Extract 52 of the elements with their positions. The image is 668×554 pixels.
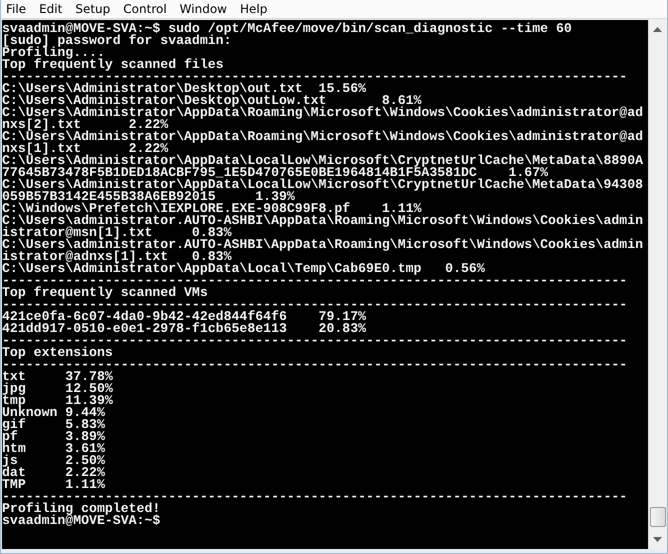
terminal-line: pf 3.89%: [2, 431, 106, 443]
terminal-line: txt 37.78%: [2, 371, 114, 383]
terminal-line: -------------------------------------------------------------------------------: [2, 299, 628, 311]
terminal-line: nxs[1].txt 2.22%: [2, 143, 168, 155]
terminal-line: 77645B73478F5B1DED18ACBF795_1E5D470765E0BE1964814B1F5A3581DC 1.67%: [2, 167, 548, 179]
menu-item[interactable]: File: [1, 1, 34, 17]
scroll-down-icon[interactable]: [653, 537, 662, 543]
terminal-line: C:\Users\Administrator\AppData\Roaming\Microsoft\Windows\Cookies\administrator@ad: [2, 131, 644, 143]
scroll-bar[interactable]: [648, 20, 666, 549]
terminal-line: C:\Users\administrator.AUTO-ASHBI\AppData\Roaming\Microsoft\Windows\Cookies\admin: [2, 239, 644, 251]
terminal-line: C:\Users\Administrator\AppData\LocalLow\Microsoft\CryptnetUrlCache\MetaData\8890A: [2, 155, 644, 167]
terminal-line: htm 3.61%: [2, 443, 106, 455]
menu-item[interactable]: Edit: [34, 1, 70, 17]
terminal-line: tmp 11.39%: [2, 395, 114, 407]
terminal-line: -------------------------------------------------------------------------------: [2, 491, 628, 503]
terminal-line: dat 2.22%: [2, 467, 106, 479]
terminal-line: C:\Users\Administrator\AppData\Local\Temp\Cab69E0.tmp 0.56%: [2, 263, 486, 275]
terminal-line: C:\Users\administrator.AUTO-ASHBI\AppData\Roaming\Microsoft\Windows\Cookies\admin: [2, 215, 644, 227]
menu-item[interactable]: Setup: [70, 1, 118, 17]
terminal-line: Top extensions: [2, 347, 114, 359]
terminal-line: jpg 12.50%: [2, 383, 114, 395]
terminal-line: svaadmin@MOVE-SVA:~$: [2, 515, 162, 527]
scroll-thumb[interactable]: [650, 507, 666, 527]
terminal-line: C:\Users\Administrator\AppData\Roaming\Microsoft\Windows\Cookies\administrator@ad: [2, 107, 644, 119]
terminal-line: [sudo] password for svaadmin:: [2, 35, 232, 47]
terminal-line: 421ce0fa-6c07-4da0-9b42-42ed844f64f6 79.17%: [2, 311, 368, 323]
terminal-line: istrator@msn[1].txt 0.83%: [2, 227, 232, 239]
terminal-line: 059B57B3142E455B38A6EB92015 1.39%: [2, 191, 295, 203]
terminal-line: C:\Windows\Prefetch\IEXPLORE.EXE-908C99F8.pf 1.11%: [2, 203, 422, 215]
scroll-up-icon[interactable]: [653, 26, 662, 32]
terminal-line: Top frequently scanned files: [2, 59, 225, 71]
menu-item[interactable]: Control: [118, 1, 175, 17]
terminal-line: istrator@adnxs[1].txt 0.83%: [2, 251, 232, 263]
terminal-line: Top frequently scanned VMs: [2, 287, 209, 299]
terminal-line: js 2.50%: [2, 455, 106, 467]
terminal-line: -------------------------------------------------------------------------------: [2, 275, 628, 287]
terminal-line: C:\Users\Administrator\AppData\LocalLow\Microsoft\CryptnetUrlCache\MetaData\94308: [2, 179, 644, 191]
terminal-line: Profiling....: [2, 47, 105, 59]
terminal-line: nxs[2].txt 2.22%: [2, 119, 168, 131]
terminal-line: svaadmin@MOVE-SVA:~$ sudo /opt/McAfee/move/bin/scan_diagnostic --time 60: [2, 23, 573, 35]
terminal-line: -------------------------------------------------------------------------------: [2, 359, 628, 371]
terminal-line: TMP 1.11%: [2, 479, 106, 491]
terminal-line: Unknown 9.44%: [2, 407, 106, 419]
terminal-line: -------------------------------------------------------------------------------: [2, 335, 628, 347]
menu-item[interactable]: Window: [174, 1, 235, 17]
terminal-line: gif 5.83%: [2, 419, 106, 431]
terminal-line: -------------------------------------------------------------------------------: [2, 71, 628, 83]
terminal-line: Profiling completed!: [2, 503, 162, 515]
terminal-line: 421dd917-0510-e0e1-2978-f1cb65e8e113 20.83%: [2, 323, 368, 335]
menu-item[interactable]: Help: [235, 1, 276, 17]
terminal-line: C:\Users\Administrator\Desktop\out.txt 15.56%: [2, 83, 368, 95]
terminal-line: C:\Users\Administrator\Desktop\outLow.txt 8.61%: [2, 95, 422, 107]
